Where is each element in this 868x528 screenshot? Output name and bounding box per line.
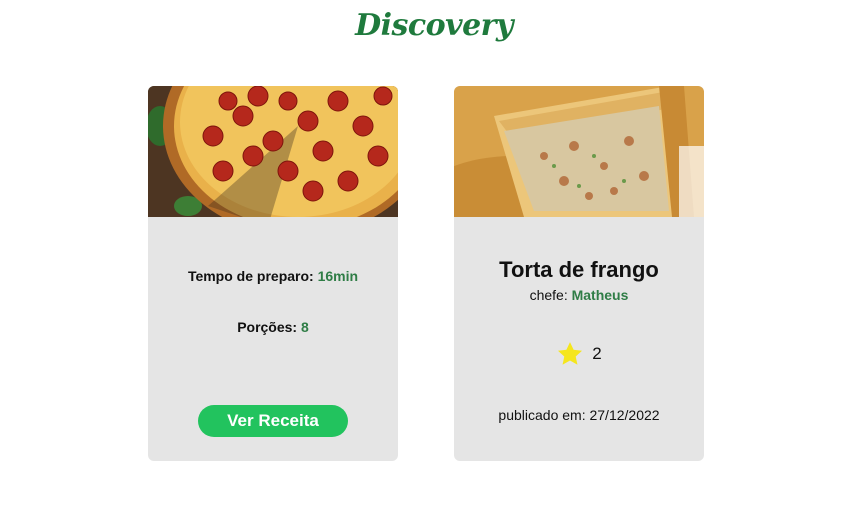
recipe-name: Torta de frango (499, 257, 659, 282)
prep-time-row: Tempo de preparo: 16min (148, 268, 398, 284)
prep-time-label: Tempo de preparo: (187, 268, 314, 284)
star-icon[interactable] (556, 340, 584, 368)
page-title: Discovery (355, 8, 513, 43)
servings-label: Porções: (237, 319, 298, 335)
chef-row: chefe: Matheus (454, 287, 704, 303)
recipe-image-torta (454, 86, 704, 217)
published-row: publicado em: 27/12/2022 (454, 407, 704, 423)
rating-count: 2 (592, 344, 602, 363)
view-recipe-button[interactable]: Ver Receita (198, 405, 348, 437)
servings-row: Porções: 8 (148, 319, 398, 335)
published-date: 27/12/2022 (589, 407, 660, 423)
servings-value: 8 (301, 319, 309, 335)
published-label: publicado em: (498, 407, 586, 423)
recipe-card-pizza: Tempo de preparo: 16min Porções: 8 Ver R… (148, 86, 398, 461)
chef-label: chefe: (529, 287, 568, 303)
rating: 2 (454, 340, 704, 368)
prep-time-value: 16min (317, 268, 359, 284)
recipe-card-torta: Torta de frango chefe: Matheus 2 publica… (454, 86, 704, 461)
recipe-image-pizza (148, 86, 398, 217)
chef-name[interactable]: Matheus (572, 287, 629, 303)
